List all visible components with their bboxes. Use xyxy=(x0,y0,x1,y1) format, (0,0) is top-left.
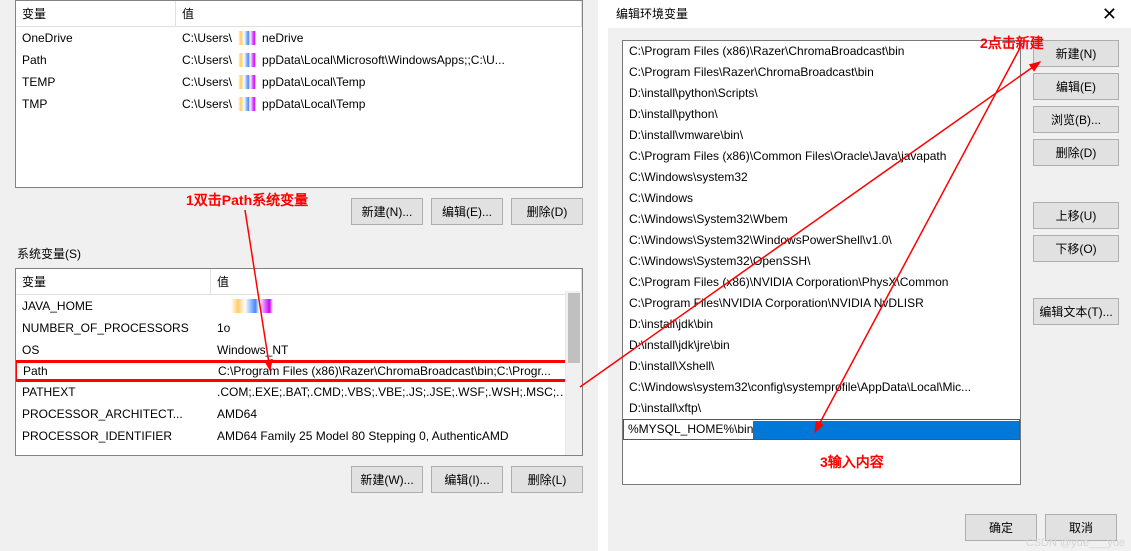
browse-button[interactable]: 浏览(B)... xyxy=(1033,106,1119,133)
var-name-cell: JAVA_HOME xyxy=(16,297,211,315)
edit-button[interactable]: 编辑(I)... xyxy=(431,466,503,493)
path-item[interactable]: C:\Program Files (x86)\Razer\ChromaBroad… xyxy=(623,41,1020,62)
path-item[interactable]: C:\Windows\system32 xyxy=(623,167,1020,188)
move-up-button[interactable]: 上移(U) xyxy=(1033,202,1119,229)
path-item-editing[interactable]: %MYSQL_HOME%\bin xyxy=(623,419,1020,440)
path-item[interactable]: C:\Program Files\NVIDIA Corporation\NVID… xyxy=(623,293,1020,314)
var-name-cell: PROCESSOR_IDENTIFIER xyxy=(16,427,211,445)
var-name-cell: PROCESSOR_ARCHITECT... xyxy=(16,405,211,423)
system-vars-table: 变量 值 JAVA_HOMENUMBER_OF_PROCESSORS1oOSWi… xyxy=(15,268,583,456)
var-value-cell: C:\Users\neDrive xyxy=(176,29,582,48)
var-name-cell: OneDrive xyxy=(16,29,176,47)
table-row[interactable]: OSWindows_NT xyxy=(16,339,582,361)
path-item[interactable]: D:\install\jdk\jre\bin xyxy=(623,335,1020,356)
var-value-cell: AMD64 Family 25 Model 80 Stepping 0, Aut… xyxy=(211,427,582,445)
title-bar: 编辑环境变量 ✕ xyxy=(608,0,1131,28)
delete-button[interactable]: 删除(D) xyxy=(1033,139,1119,166)
var-name-cell: TMP xyxy=(16,95,176,113)
left-panel: 变量 值 OneDriveC:\Users\neDrivePathC:\User… xyxy=(0,0,598,551)
table-row[interactable]: OneDriveC:\Users\neDrive xyxy=(16,27,582,49)
table-row[interactable]: PathC:\Users\ppData\Local\Microsoft\Wind… xyxy=(16,49,582,71)
var-name-cell: Path xyxy=(16,51,176,69)
path-item[interactable]: D:\install\vmware\bin\ xyxy=(623,125,1020,146)
window-title: 编辑环境变量 xyxy=(616,0,688,28)
right-panel: 编辑环境变量 ✕ C:\Program Files (x86)\Razer\Ch… xyxy=(608,0,1131,551)
path-item[interactable]: C:\Windows\system32\config\systemprofile… xyxy=(623,377,1020,398)
path-item[interactable]: D:\install\Xshell\ xyxy=(623,356,1020,377)
table-row[interactable]: PATHEXT.COM;.EXE;.BAT;.CMD;.VBS;.VBE;.JS… xyxy=(16,381,582,403)
var-value-cell: Windows_NT xyxy=(211,341,582,359)
editing-input-text[interactable]: %MYSQL_HOME%\bin xyxy=(628,421,753,438)
var-value-cell xyxy=(211,297,582,316)
var-value-cell: .COM;.EXE;.BAT;.CMD;.VBS;.VBE;.JS;.JSE;.… xyxy=(211,383,582,401)
table-header: 变量 值 xyxy=(16,1,582,27)
path-list[interactable]: C:\Program Files (x86)\Razer\ChromaBroad… xyxy=(622,40,1021,485)
path-item[interactable]: C:\Program Files\Razer\ChromaBroadcast\b… xyxy=(623,62,1020,83)
system-vars-label: 系统变量(S) xyxy=(15,243,583,268)
table-header: 变量 值 xyxy=(16,269,582,295)
table-row[interactable]: PROCESSOR_IDENTIFIERAMD64 Family 25 Mode… xyxy=(16,425,582,447)
move-down-button[interactable]: 下移(O) xyxy=(1033,235,1119,262)
var-name-cell: TEMP xyxy=(16,73,176,91)
path-item[interactable]: C:\Windows\System32\OpenSSH\ xyxy=(623,251,1020,272)
var-name-cell: OS xyxy=(16,341,211,359)
system-vars-buttons: 新建(W)... 编辑(I)... 删除(L) xyxy=(15,466,583,493)
new-button[interactable]: 新建(N) xyxy=(1033,40,1119,67)
path-item[interactable]: C:\Program Files (x86)\NVIDIA Corporatio… xyxy=(623,272,1020,293)
path-item[interactable]: D:\install\python\ xyxy=(623,104,1020,125)
var-value-cell: C:\Program Files (x86)\Razer\ChromaBroad… xyxy=(212,362,565,380)
table-row[interactable]: JAVA_HOME xyxy=(16,295,582,317)
table-row[interactable]: PROCESSOR_ARCHITECT...AMD64 xyxy=(16,403,582,425)
new-button[interactable]: 新建(W)... xyxy=(351,466,423,493)
user-vars-table: 变量 值 OneDriveC:\Users\neDrivePathC:\User… xyxy=(15,0,583,188)
col-header-value[interactable]: 值 xyxy=(211,269,582,294)
table-row[interactable]: NUMBER_OF_PROCESSORS1o xyxy=(16,317,582,339)
var-name-cell: PATHEXT xyxy=(16,383,211,401)
col-header-variable[interactable]: 变量 xyxy=(16,269,211,294)
table-row-path-highlighted[interactable]: PathC:\Program Files (x86)\Razer\ChromaB… xyxy=(15,360,567,382)
delete-button[interactable]: 删除(L) xyxy=(511,466,583,493)
path-item[interactable]: D:\install\xftp\ xyxy=(623,398,1020,419)
edit-button[interactable]: 编辑(E) xyxy=(1033,73,1119,100)
table-row[interactable]: TEMPC:\Users\ppData\Local\Temp xyxy=(16,71,582,93)
right-button-column: 新建(N) 编辑(E) 浏览(B)... 删除(D) 上移(U) 下移(O) 编… xyxy=(1033,40,1119,485)
path-item[interactable]: D:\install\python\Scripts\ xyxy=(623,83,1020,104)
var-value-cell: AMD64 xyxy=(211,405,582,423)
col-header-variable[interactable]: 变量 xyxy=(16,1,176,26)
table-row[interactable]: TMPC:\Users\ppData\Local\Temp xyxy=(16,93,582,115)
var-name-cell: Path xyxy=(17,362,212,380)
user-vars-buttons: 新建(N)... 编辑(E)... 删除(D) xyxy=(15,198,583,225)
new-button[interactable]: 新建(N)... xyxy=(351,198,423,225)
path-item[interactable]: D:\install\jdk\bin xyxy=(623,314,1020,335)
path-item[interactable]: C:\Windows xyxy=(623,188,1020,209)
delete-button[interactable]: 删除(D) xyxy=(511,198,583,225)
close-icon[interactable]: ✕ xyxy=(1096,0,1123,28)
path-item[interactable]: C:\Windows\System32\Wbem xyxy=(623,209,1020,230)
var-name-cell: NUMBER_OF_PROCESSORS xyxy=(16,319,211,337)
var-value-cell: C:\Users\ppData\Local\Temp xyxy=(176,73,582,92)
col-header-value[interactable]: 值 xyxy=(176,1,582,26)
path-item[interactable]: C:\Windows\System32\WindowsPowerShell\v1… xyxy=(623,230,1020,251)
edit-button[interactable]: 编辑(E)... xyxy=(431,198,503,225)
edit-text-button[interactable]: 编辑文本(T)... xyxy=(1033,298,1119,325)
var-value-cell: C:\Users\ppData\Local\Microsoft\WindowsA… xyxy=(176,51,582,70)
watermark: CSDN @yue___yue xyxy=(1026,537,1125,549)
scrollbar[interactable] xyxy=(565,291,582,455)
path-item[interactable]: C:\Program Files (x86)\Common Files\Orac… xyxy=(623,146,1020,167)
var-value-cell: C:\Users\ppData\Local\Temp xyxy=(176,95,582,114)
var-value-cell: 1o xyxy=(211,319,582,337)
